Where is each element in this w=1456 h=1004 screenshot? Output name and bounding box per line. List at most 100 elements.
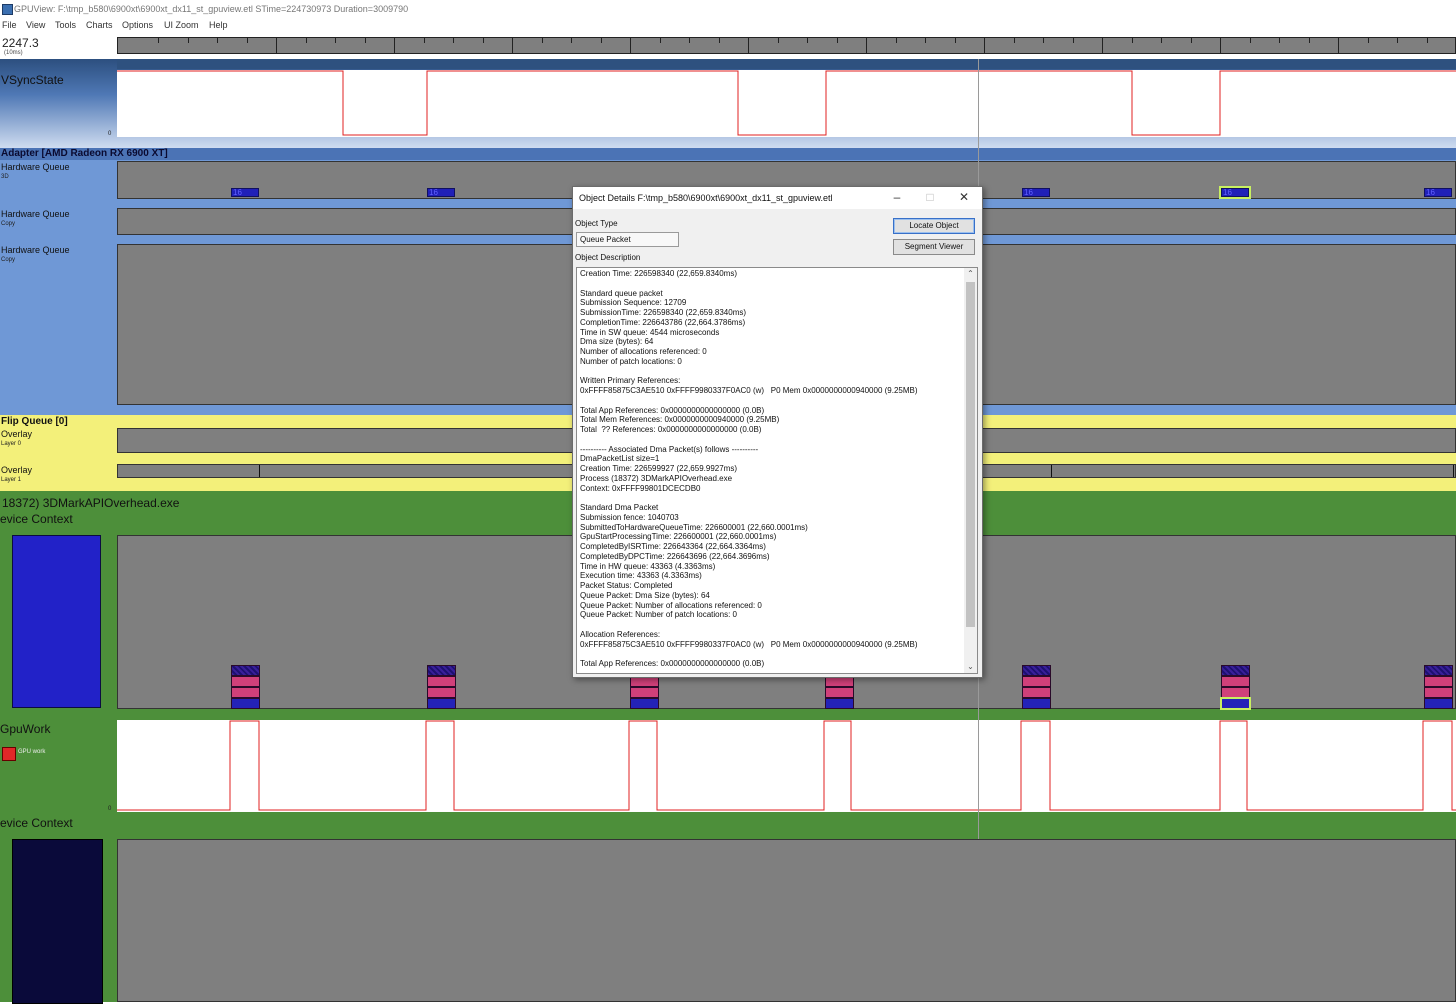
menu-ui-zoom[interactable]: UI Zoom [164, 18, 199, 33]
dma-packet-stack[interactable] [231, 665, 260, 709]
locate-object-button[interactable]: Locate Object [893, 218, 975, 234]
dma-packet-stack[interactable] [630, 676, 659, 709]
gpuwork-plot[interactable] [117, 720, 1456, 812]
segment-viewer-button[interactable]: Segment Viewer [893, 239, 975, 255]
description-line: Number of allocations referenced: 0 [580, 347, 707, 356]
ruler-tick [335, 38, 336, 43]
description-line: 0xFFFF85875C3AE510 0xFFFF9980337F0AC0 (w… [580, 639, 918, 649]
dma-packet-segment[interactable] [1424, 665, 1453, 676]
dma-packet-segment[interactable] [1424, 698, 1453, 709]
overlay-flip-marker[interactable] [1453, 465, 1454, 477]
description-scrollbar[interactable]: ⌃ ⌄ [964, 268, 977, 673]
scroll-down-icon[interactable]: ⌄ [964, 661, 977, 673]
ruler-tick [1073, 38, 1074, 43]
dma-packet-segment[interactable] [1221, 676, 1250, 687]
ruler-tick [925, 38, 926, 43]
minimize-icon[interactable]: – [882, 187, 912, 209]
dma-packet-stack[interactable] [825, 676, 854, 709]
dma-packet-stack[interactable] [1220, 665, 1251, 710]
device-context-color-swatch [12, 535, 101, 708]
dma-packet-segment[interactable] [1022, 698, 1051, 709]
menu-bar: File View Tools Charts Options UI Zoom H… [0, 18, 1456, 33]
ruler-tick [247, 38, 248, 43]
ruler-tick [1191, 38, 1192, 43]
description-line [580, 396, 965, 406]
vsync-label: VSyncState [1, 73, 64, 87]
menu-view[interactable]: View [26, 18, 45, 33]
dma-packet-segment[interactable] [1424, 676, 1453, 687]
object-type-label: Object Type [575, 219, 618, 228]
description-line: CompletedByDPCTime: 226643696 (22,664.36… [580, 551, 770, 561]
gpuwork-legend-swatch [2, 747, 16, 761]
dma-packet-segment[interactable] [231, 698, 260, 709]
dma-packet-segment[interactable] [231, 665, 260, 676]
device-context-2-track[interactable] [117, 839, 1456, 1002]
object-type-field[interactable]: Queue Packet [576, 232, 679, 247]
dma-packet-segment[interactable] [1221, 665, 1250, 676]
dma-packet-segment[interactable] [825, 687, 854, 698]
dma-packet-stack[interactable] [1424, 665, 1453, 709]
ruler-tick [1161, 38, 1162, 43]
scrollbar-thumb[interactable] [966, 282, 975, 627]
dma-packet-segment[interactable] [1220, 697, 1251, 710]
dma-packet-segment[interactable] [427, 687, 456, 698]
dma-packet-segment[interactable] [427, 676, 456, 687]
ruler-tick [807, 38, 808, 43]
ruler-tick [601, 38, 602, 43]
menu-options[interactable]: Options [122, 18, 153, 33]
menu-help[interactable]: Help [209, 18, 228, 33]
menu-file[interactable]: File [2, 18, 17, 33]
dma-packet-segment[interactable] [1022, 665, 1051, 676]
dma-packet-segment[interactable] [427, 698, 456, 709]
dma-packet-stack[interactable] [1022, 665, 1051, 709]
ruler-major-tick [1102, 38, 1103, 53]
description-line: Packet Status: Completed [580, 581, 673, 590]
dialog-title: Object Details F:\tmp_b580\6900xt\6900xt… [579, 193, 833, 203]
object-description-box[interactable]: Creation Time: 226598340 (22,659.8340ms)… [576, 267, 978, 674]
ruler-tick [689, 38, 690, 43]
vsync-plot[interactable] [117, 70, 1456, 137]
dma-packet-segment[interactable] [427, 665, 456, 676]
dma-packet-segment[interactable] [231, 687, 260, 698]
menu-charts[interactable]: Charts [86, 18, 113, 33]
overlay-flip-marker[interactable] [259, 465, 260, 477]
menu-tools[interactable]: Tools [55, 18, 76, 33]
dma-packet-segment[interactable] [1221, 687, 1250, 698]
description-line [580, 493, 965, 503]
ruler-major-tick [984, 38, 985, 53]
ruler-tick [365, 38, 366, 43]
description-line: Time in HW queue: 43363 (4.3363ms) [580, 561, 716, 571]
ruler-tick [1043, 38, 1044, 43]
dma-packet-segment[interactable] [1022, 687, 1051, 698]
ruler-major-tick [1220, 38, 1221, 53]
hw-queue-3d-label: Hardware Queue [1, 162, 70, 172]
dma-packet-segment[interactable] [630, 687, 659, 698]
description-line: Creation Time: 226598340 (22,659.8340ms) [580, 269, 737, 278]
ruler-tick [660, 38, 661, 43]
time-ruler[interactable] [117, 37, 1456, 54]
dma-packet-segment[interactable] [231, 676, 260, 687]
dma-packet-stack[interactable] [427, 665, 456, 709]
hw-queue-3d-sub: 3D [1, 174, 9, 180]
device-context-2-color-swatch [12, 839, 103, 1004]
hw-queue-copy2-sub: Copy [1, 257, 16, 263]
description-line: DmaPacketList size=1 [580, 454, 660, 464]
title-bar: GPUView: F:\tmp_b580\6900xt\6900xt_dx11_… [0, 0, 1456, 18]
dma-packet-segment[interactable] [1022, 676, 1051, 687]
vsync-axis-zero: 0 [108, 131, 112, 137]
maximize-icon[interactable]: □ [915, 187, 945, 209]
window-title: GPUView: F:\tmp_b580\6900xt\6900xt_dx11_… [14, 4, 409, 14]
dma-packet-segment[interactable] [825, 698, 854, 709]
ruler-major-tick [276, 38, 277, 53]
ruler-tick [1368, 38, 1369, 43]
ruler-tick [217, 38, 218, 43]
dma-packet-segment[interactable] [1424, 687, 1453, 698]
ruler-tick [188, 38, 189, 43]
scroll-up-icon[interactable]: ⌃ [964, 268, 977, 280]
dma-packet-segment[interactable] [630, 698, 659, 709]
close-icon[interactable]: ✕ [949, 187, 979, 209]
device-context-2-label: evice Context [0, 816, 73, 830]
overlay-flip-marker[interactable] [1051, 465, 1052, 477]
overlay-layer1-sub: Layer 1 [1, 477, 22, 483]
object-description-label: Object Description [575, 253, 641, 262]
